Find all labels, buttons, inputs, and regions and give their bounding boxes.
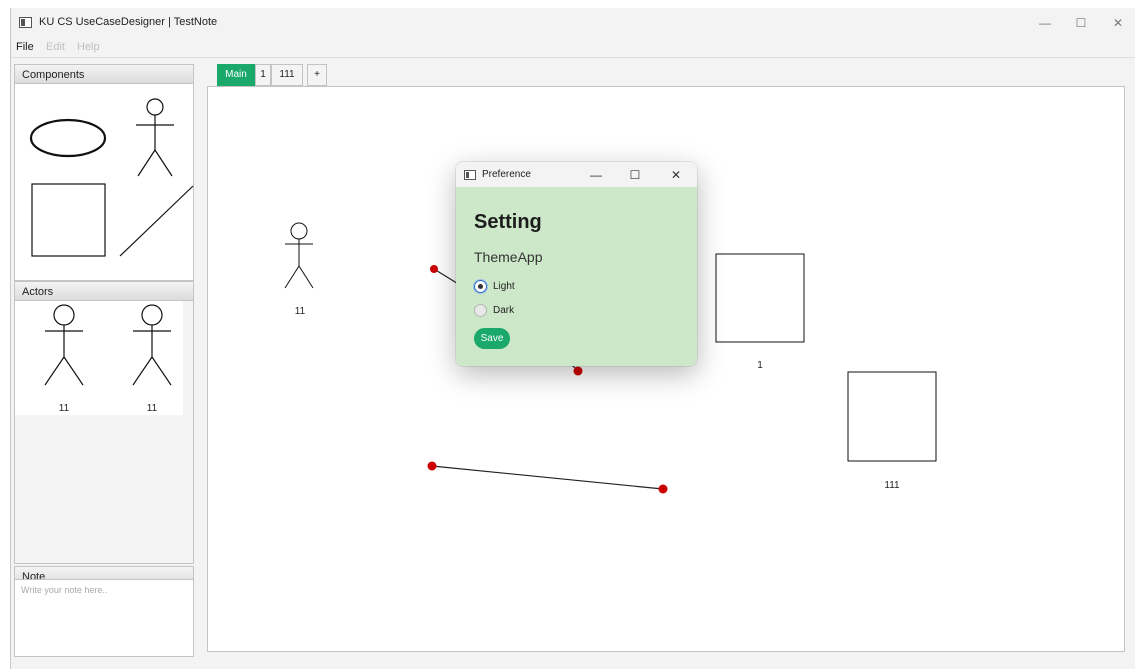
system-box[interactable] bbox=[847, 371, 937, 462]
system-box-label: 111 bbox=[884, 480, 900, 491]
theme-label: ThemeApp bbox=[474, 249, 543, 265]
line-handle[interactable] bbox=[658, 484, 668, 494]
actor-list-label: 11 bbox=[59, 403, 70, 414]
save-button[interactable]: Save bbox=[474, 328, 510, 349]
actor-list-item[interactable] bbox=[132, 304, 172, 386]
canvas-actor[interactable] bbox=[284, 222, 314, 289]
setting-heading: Setting bbox=[474, 211, 542, 233]
dialog-body: Setting ThemeApp Light Dark Save bbox=[456, 187, 697, 366]
dialog-maximize-button[interactable]: ☐ bbox=[622, 165, 648, 185]
radio-dark-label: Dark bbox=[493, 305, 515, 316]
radio-dark-button[interactable] bbox=[474, 304, 487, 317]
dialog-title: Preference bbox=[482, 169, 531, 180]
dialog-window-icon bbox=[464, 170, 476, 180]
system-box[interactable] bbox=[715, 253, 805, 343]
canvas-actor-label: 11 bbox=[295, 306, 306, 317]
dialog-close-button[interactable]: ✕ bbox=[663, 165, 689, 185]
preference-dialog: Preference — ☐ ✕ Setting ThemeApp Light … bbox=[456, 162, 697, 366]
system-box-label: 1 bbox=[757, 360, 763, 371]
line-handle[interactable] bbox=[430, 265, 438, 273]
line-handle[interactable] bbox=[427, 461, 437, 471]
actor-list-item[interactable] bbox=[44, 304, 84, 386]
line-handle[interactable] bbox=[573, 366, 583, 376]
dialog-title-bar[interactable]: Preference — ☐ ✕ bbox=[456, 162, 697, 187]
use-case-component[interactable] bbox=[29, 118, 107, 158]
system-box-component[interactable] bbox=[31, 183, 106, 257]
dialog-minimize-button[interactable]: — bbox=[583, 165, 609, 185]
radio-light-label: Light bbox=[493, 281, 515, 292]
actor-component[interactable] bbox=[136, 98, 174, 177]
line-component[interactable] bbox=[119, 185, 194, 257]
actor-list-label: 11 bbox=[147, 403, 158, 414]
association-line[interactable] bbox=[431, 465, 664, 490]
radio-light-button[interactable] bbox=[474, 280, 487, 293]
